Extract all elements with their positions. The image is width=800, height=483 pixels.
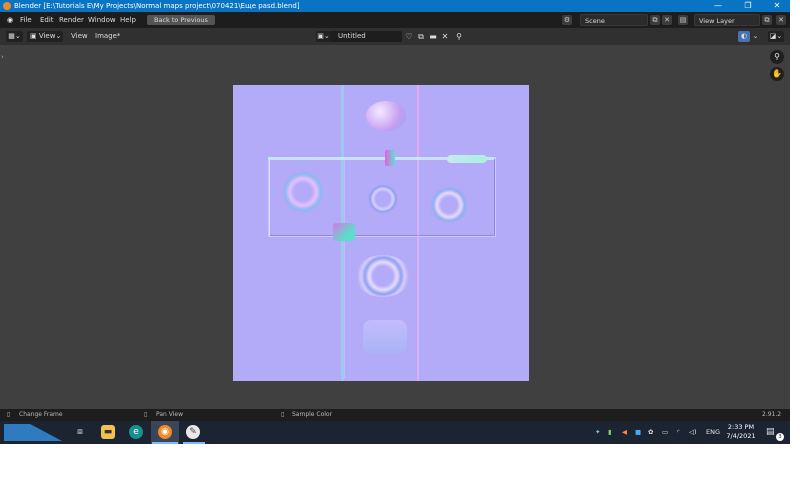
windows-taskbar: ⧈ ▬ e ◉ ✎ ✦ ▮ ◀ ■ ✿ ▭ ◜ ◁) ENG 2:33 PM 7… xyxy=(0,421,790,444)
top-menu-bar: ◉ File Edit Render Window Help Back to P… xyxy=(0,12,790,28)
maximize-button[interactable]: ❐ xyxy=(736,0,760,12)
mouse-right-icon: ▯ xyxy=(281,411,285,418)
delete-scene-icon[interactable]: ✕ xyxy=(662,15,672,25)
bump-top xyxy=(366,101,406,131)
image-browse-button[interactable]: ▣⌄ xyxy=(316,31,331,42)
blender-version: 2.91.2 xyxy=(762,411,782,418)
volume-icon[interactable]: ◁) xyxy=(689,421,697,444)
editor-type-button[interactable]: ▦⌄ xyxy=(6,31,23,42)
paint-app-icon[interactable]: ✎ xyxy=(186,425,200,439)
blender-active-indicator xyxy=(152,442,178,444)
tray-settings-icon[interactable]: ✿ xyxy=(648,421,653,444)
paint-app-indicator xyxy=(183,442,205,444)
menu-edit[interactable]: Edit xyxy=(40,12,54,28)
bump-bottom-ring xyxy=(355,255,411,297)
back-to-previous-button[interactable]: Back to Previous xyxy=(147,15,215,25)
delete-view-layer-icon[interactable]: ✕ xyxy=(776,15,786,25)
image-viewport[interactable]: › ⚲ ✋ xyxy=(0,45,790,409)
view-mode-label: View xyxy=(38,32,56,40)
menu-render[interactable]: Render xyxy=(59,12,84,28)
menu-image[interactable]: Image* xyxy=(95,31,120,42)
overlay-toggle-icon[interactable]: ◐ xyxy=(738,31,750,42)
fake-user-shield-icon[interactable]: ♡ xyxy=(404,31,414,42)
search-box-decoration[interactable] xyxy=(4,424,62,441)
input-language[interactable]: ENG xyxy=(706,421,720,444)
chevron-down-icon: ⌄ xyxy=(55,32,62,40)
view-layer-icon[interactable]: ▤ xyxy=(678,15,688,25)
scene-icon[interactable]: ⚙ xyxy=(562,15,572,25)
blender-menu-icon[interactable]: ◉ xyxy=(5,15,15,25)
file-explorer-icon[interactable]: ▬ xyxy=(101,425,115,439)
blender-logo-icon xyxy=(3,2,11,10)
display-channels-icon[interactable]: ◪⌄ xyxy=(768,31,784,42)
menu-file[interactable]: File xyxy=(20,12,32,28)
window-title: Blender [E:\Tutorials E\My Projects\Norm… xyxy=(14,2,300,10)
tray-blue-app-icon[interactable]: ■ xyxy=(635,421,641,444)
status-bar: ▯ Change Frame ▯ Pan View ▯ Sample Color… xyxy=(0,409,790,421)
bump-top-right-edge xyxy=(447,155,487,163)
edge-browser-icon[interactable]: e xyxy=(129,425,143,439)
tray-app-icon[interactable]: ✦ xyxy=(595,421,600,444)
notification-center-icon[interactable]: ▤ xyxy=(766,421,775,444)
sample-color-hint: Sample Color xyxy=(292,411,333,418)
change-frame-hint: Change Frame xyxy=(19,411,63,418)
battery-icon[interactable]: ▭ xyxy=(662,421,668,444)
tray-nvidia-icon[interactable]: ▮ xyxy=(608,421,612,444)
menu-view[interactable]: View xyxy=(71,31,88,42)
menu-window[interactable]: Window xyxy=(88,12,116,28)
pan-view-hint: Pan View xyxy=(156,411,183,418)
bump-bottom-glyph xyxy=(363,320,407,354)
view-mode-dropdown[interactable]: ▣ View⌄ xyxy=(27,31,63,42)
wifi-icon[interactable]: ◜ xyxy=(677,421,680,444)
new-image-icon[interactable]: ⧉ xyxy=(416,31,426,42)
view-layer-selector[interactable]: View Layer xyxy=(694,14,760,26)
mouse-left-icon: ▯ xyxy=(7,411,11,418)
task-view-icon[interactable]: ⧈ xyxy=(73,425,87,439)
zoom-icon[interactable]: ⚲ xyxy=(770,50,784,64)
bump-small-block xyxy=(385,150,395,166)
tray-arrow-icon[interactable]: ◀ xyxy=(622,421,627,444)
blender-taskbar-icon[interactable]: ◉ xyxy=(158,425,172,439)
notification-count-badge: 3 xyxy=(776,433,784,441)
image-editor-header: ▦⌄ ▣ View⌄ View Image* ▣⌄ Untitled ♡ ⧉ ▬… xyxy=(0,28,790,45)
mouse-middle-icon: ▯ xyxy=(144,411,148,418)
bump-center-swirl xyxy=(368,185,398,213)
close-button[interactable]: ✕ xyxy=(765,0,789,12)
view-mode-icon: ▣ xyxy=(30,32,39,40)
minimize-button[interactable]: — xyxy=(706,0,730,12)
new-scene-icon[interactable]: ⧉ xyxy=(650,15,660,25)
scene-selector[interactable]: Scene xyxy=(580,14,648,26)
pan-hand-icon[interactable]: ✋ xyxy=(770,67,784,81)
back-to-previous-label: Back to Previous xyxy=(154,16,208,24)
title-bar: Blender [E:\Tutorials E\My Projects\Norm… xyxy=(0,0,790,12)
system-clock[interactable]: 2:33 PM 7/4/2021 xyxy=(726,423,756,441)
unlink-image-icon[interactable]: ✕ xyxy=(440,31,450,42)
sidebar-expand-arrow-icon[interactable]: › xyxy=(1,53,4,61)
open-image-folder-icon[interactable]: ▬ xyxy=(428,31,438,42)
normal-map-image xyxy=(233,85,529,381)
menu-help[interactable]: Help xyxy=(120,12,136,28)
pin-icon[interactable]: ⚲ xyxy=(454,31,464,42)
bump-right-ring xyxy=(429,187,469,223)
bump-corner-patch xyxy=(333,223,355,241)
bump-left-ring xyxy=(283,170,323,214)
clock-time: 2:33 PM xyxy=(727,423,755,431)
overlay-dropdown-chevron-icon[interactable]: ⌄ xyxy=(751,31,760,42)
new-view-layer-icon[interactable]: ⧉ xyxy=(762,15,772,25)
clock-date: 7/4/2021 xyxy=(726,432,756,440)
image-name-field[interactable]: Untitled xyxy=(330,31,402,42)
